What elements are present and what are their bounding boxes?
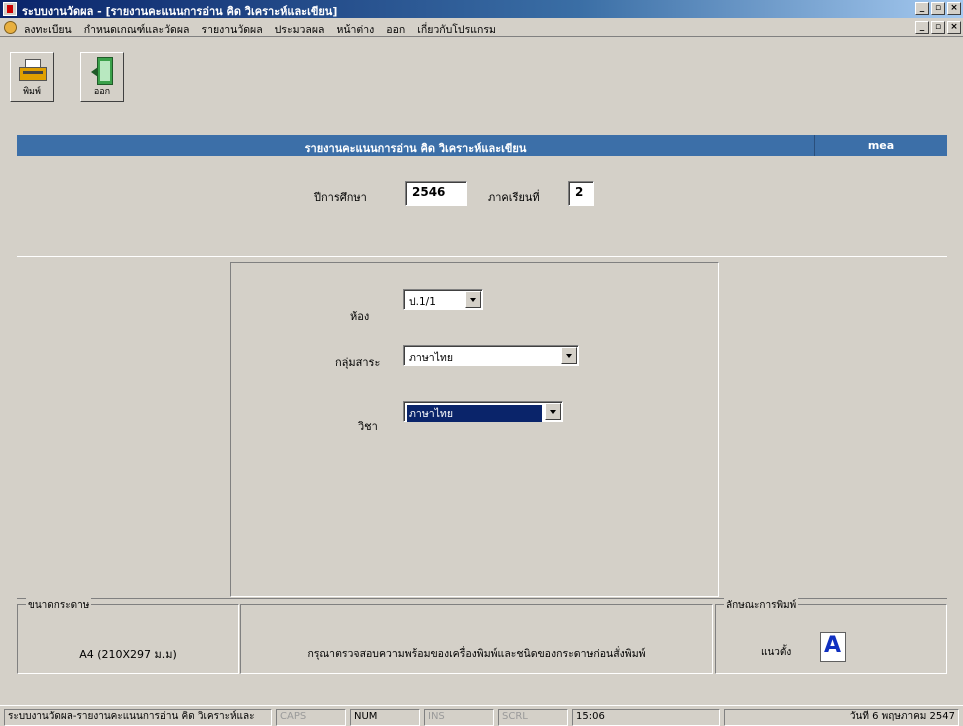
status-message: ระบบงานวัดผล-รายงานคะแนนการอ่าน คิด วิเค… [4, 709, 272, 726]
subject-dropdown-arrow-icon[interactable] [545, 403, 561, 420]
maximize-button[interactable]: ▫ [931, 2, 945, 15]
menu-criteria[interactable]: กำหนดเกณฑ์และวัดผล [84, 21, 190, 38]
printer-icon [19, 59, 47, 83]
subject-label: วิชา [358, 420, 378, 433]
printer-notice: กรุณาตรวจสอบความพร้อมของเครื่องพิมพ์และช… [240, 604, 713, 674]
menu-process[interactable]: ประมวลผล [275, 21, 325, 38]
room-select-value: ป.1/1 [409, 296, 436, 308]
subject-group-value: ภาษาไทย [409, 352, 453, 364]
portrait-orientation-icon[interactable]: A [820, 632, 846, 662]
printer-notice-text: กรุณาตรวจสอบความพร้อมของเครื่องพิมพ์และช… [307, 648, 646, 660]
exit-button-label: ออก [93, 87, 111, 97]
status-num: NUM [350, 709, 420, 726]
orientation-label: แนวตั้ง [761, 647, 792, 658]
app-icon[interactable] [3, 2, 17, 16]
subject-group-label: กลุ่มสาระ [335, 356, 381, 369]
divider [17, 256, 947, 257]
orientation-letter: A [824, 633, 842, 658]
room-select[interactable]: ป.1/1 [403, 289, 483, 310]
report-code: mea [867, 139, 895, 152]
status-ins: INS [424, 709, 494, 726]
exit-button[interactable]: ออก [80, 52, 124, 102]
menu-bar: ลงทะเบียน กำหนดเกณฑ์และวัดผล รายงานวัดผล… [0, 18, 963, 37]
status-scrl: SCRL [498, 709, 568, 726]
status-date: วันที่ 6 พฤษภาคม 2547 [724, 709, 959, 726]
title-bar: ระบบงานวัดผล - [รายงานคะแนนการอ่าน คิด ว… [0, 0, 963, 18]
bottom-divider [17, 598, 947, 599]
term-input[interactable]: 2 [568, 181, 594, 206]
minimize-button[interactable]: _ [915, 2, 929, 15]
print-style-title: ลักษณะการพิมพ์ [724, 598, 799, 613]
report-title: รายงานคะแนนการอ่าน คิด วิเคราะห์และเขียน [304, 142, 527, 155]
window-controls: _ ▫ × [915, 2, 961, 15]
print-button-label: พิมพ์ [23, 87, 41, 97]
mdi-restore-button[interactable]: ▫ [931, 21, 945, 34]
menu-reports[interactable]: รายงานวัดผล [201, 21, 262, 38]
report-header: รายงานคะแนนการอ่าน คิด วิเคราะห์และเขียน… [17, 135, 947, 156]
subject-value: ภาษาไทย [407, 405, 542, 422]
menu-register[interactable]: ลงทะเบียน [24, 21, 72, 38]
paper-size-group: ขนาดกระดาษ A4 (210X297 ม.ม) [17, 598, 239, 674]
print-button[interactable]: พิมพ์ [10, 52, 54, 102]
subject-select[interactable]: ภาษาไทย [403, 401, 563, 422]
paper-size-value: A4 (210X297 ม.ม) [79, 648, 177, 661]
menu-about[interactable]: เกี่ยวกับโปรแกรม [417, 21, 496, 38]
status-bar: ระบบงานวัดผล-รายงานคะแนนการอ่าน คิด วิเค… [0, 705, 963, 726]
status-caps: CAPS [276, 709, 346, 726]
subject-group-select[interactable]: ภาษาไทย [403, 345, 579, 366]
selection-panel: ห้อง ป.1/1 กลุ่มสาระ ภาษาไทย วิชา ภาษาไท… [230, 262, 719, 597]
mdi-minimize-button[interactable]: _ [915, 21, 929, 34]
status-time: 15:06 [572, 709, 720, 726]
close-button[interactable]: × [947, 2, 961, 15]
exit-door-icon [91, 57, 115, 85]
mdi-close-button[interactable]: × [947, 21, 961, 34]
room-dropdown-arrow-icon[interactable] [465, 291, 481, 308]
year-input[interactable]: 2546 [405, 181, 467, 206]
paper-size-title: ขนาดกระดาษ [26, 598, 92, 613]
mdi-controls: _ ▫ × [915, 21, 961, 34]
year-label: ปีการศึกษา [314, 191, 367, 204]
document-icon[interactable] [4, 21, 17, 34]
room-label: ห้อง [350, 310, 370, 323]
menu-exit[interactable]: ออก [386, 21, 405, 38]
subject-group-dropdown-arrow-icon[interactable] [561, 347, 577, 364]
term-label: ภาคเรียนที่ [488, 191, 540, 204]
menu-window[interactable]: หน้าต่าง [336, 21, 374, 38]
toolbar: พิมพ์ ออก [0, 38, 963, 124]
